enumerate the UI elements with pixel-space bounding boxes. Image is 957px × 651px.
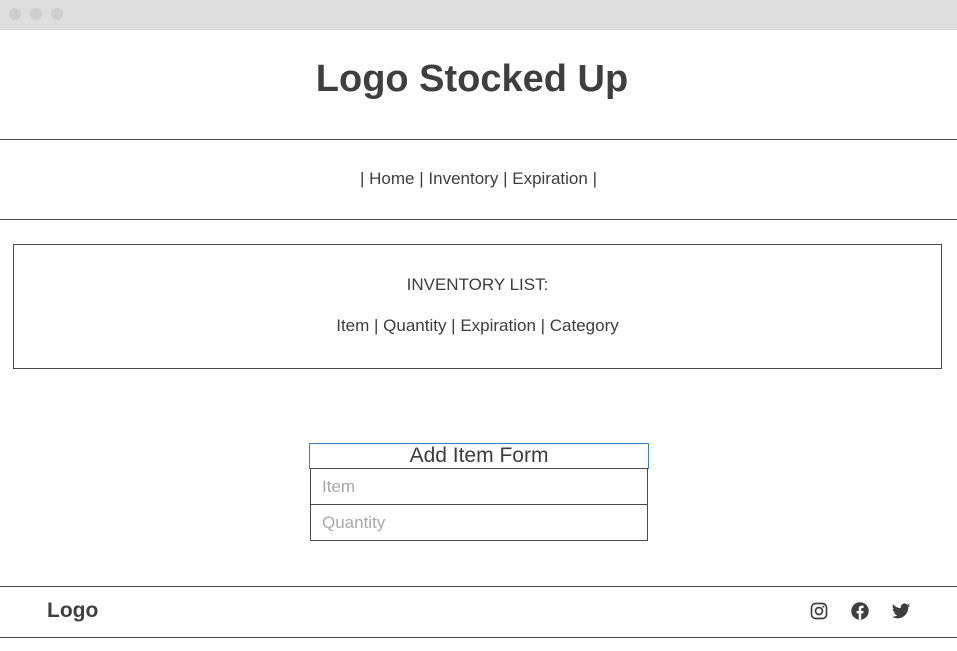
footer-logo: Logo: [47, 599, 99, 622]
nav-link-home[interactable]: Home: [369, 169, 414, 188]
nav-separator: |: [419, 169, 424, 188]
window-minimize-button[interactable]: [30, 8, 42, 20]
divider: [0, 586, 957, 587]
window-maximize-button[interactable]: [51, 8, 63, 20]
add-item-form-title: Add Item Form: [309, 443, 649, 469]
inventory-list-columns: Item | Quantity | Expiration | Category: [336, 316, 619, 335]
facebook-icon[interactable]: [850, 601, 870, 621]
nav-link-inventory[interactable]: Inventory: [428, 169, 498, 188]
window-close-button[interactable]: [9, 8, 21, 20]
inventory-list-heading: INVENTORY LIST:: [406, 275, 549, 294]
nav-link-expiration[interactable]: Expiration: [512, 169, 588, 188]
twitter-icon[interactable]: [891, 601, 911, 621]
instagram-icon[interactable]: [809, 601, 829, 621]
inventory-list-panel: INVENTORY LIST: Item | Quantity | Expira…: [13, 244, 942, 369]
nav-separator: |: [503, 169, 508, 188]
window-titlebar: [0, 0, 957, 30]
nav-separator: |: [360, 169, 365, 188]
divider: [0, 139, 957, 140]
divider: [0, 637, 957, 638]
divider: [0, 219, 957, 220]
item-input[interactable]: [310, 468, 648, 505]
nav-separator: |: [592, 169, 597, 188]
quantity-input[interactable]: [310, 504, 648, 541]
main-nav: | Home | Inventory | Expiration |: [0, 169, 957, 189]
site-title: Logo Stocked Up: [315, 58, 629, 100]
